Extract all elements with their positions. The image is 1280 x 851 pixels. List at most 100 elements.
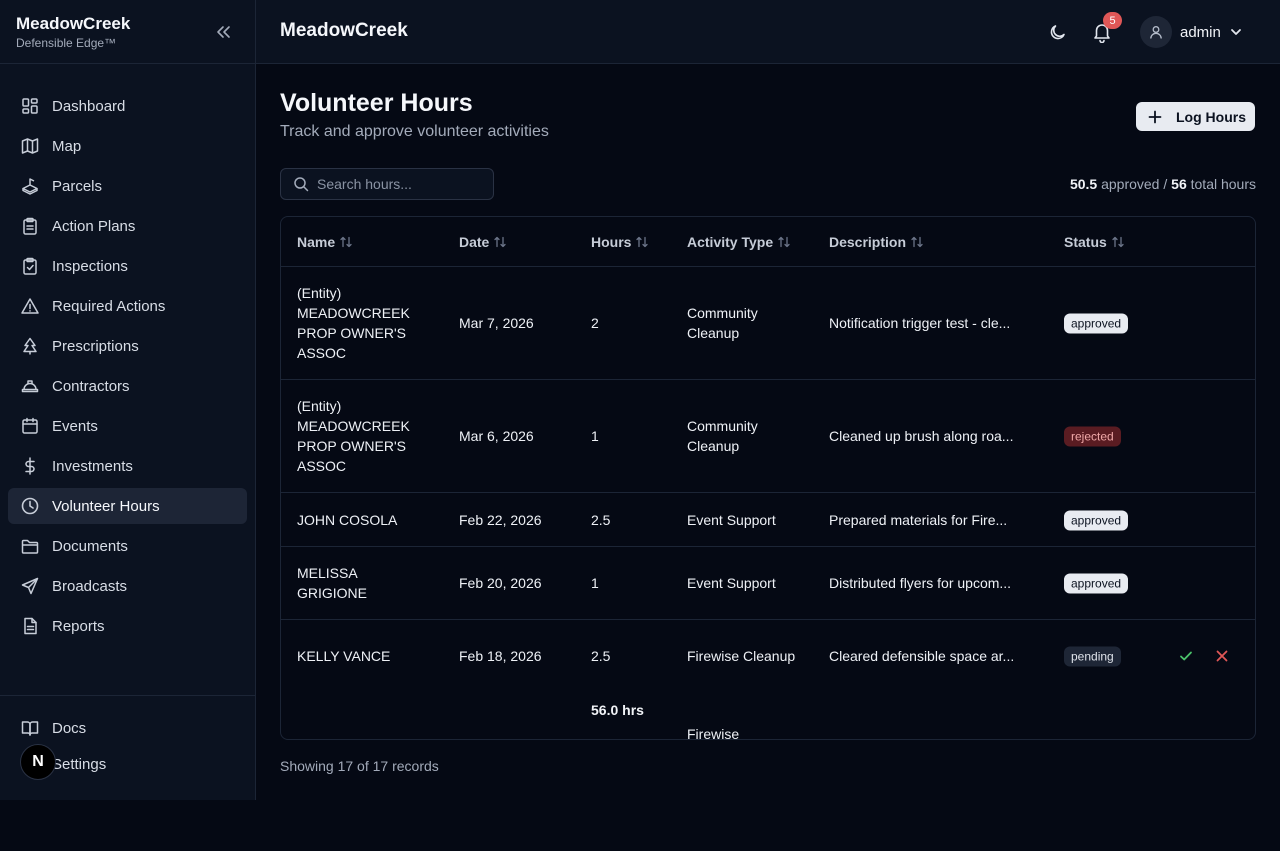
book-icon (20, 718, 40, 738)
sidebar-item-investments[interactable]: Investments (8, 448, 247, 484)
column-label: Name (297, 234, 336, 250)
dev-tools-badge[interactable]: N (20, 744, 56, 780)
parcels-icon (20, 176, 40, 196)
sidebar-item-action-plans[interactable]: Action Plans (8, 208, 247, 244)
brand-tagline: Defensible Edge™ (16, 36, 117, 50)
cell-activity-type: Event Support (687, 575, 776, 591)
approved-hours: 50.5 (1069, 176, 1098, 192)
search-icon (293, 176, 309, 192)
total-hours-value: 56.0 hrs (591, 702, 644, 718)
sidebar-item-label: Map (52, 137, 82, 155)
cut-off-row-text: Firewise (687, 726, 740, 740)
sort-icon (777, 235, 791, 249)
plus-icon (1148, 110, 1162, 124)
column-header-status[interactable]: Status (1064, 234, 1125, 250)
table-total-row: 56.0 hrs Firewise (281, 692, 1255, 739)
sidebar-item-label: Action Plans (52, 217, 136, 235)
sidebar-item-documents[interactable]: Documents (8, 528, 247, 564)
log-hours-button[interactable]: Log Hours (1136, 102, 1255, 131)
check-icon[interactable] (1178, 648, 1194, 664)
sidebar-item-label: Investments (52, 457, 133, 475)
column-label: Hours (591, 234, 632, 250)
clipboard-check-icon (20, 256, 40, 276)
collapse-sidebar-icon[interactable] (212, 22, 234, 42)
sidebar-item-label: Docs (52, 719, 87, 737)
sidebar-item-label: Contractors (52, 377, 130, 395)
cell-date: Mar 6, 2026 (459, 428, 534, 444)
status-badge: rejected (1064, 426, 1121, 447)
sidebar-item-broadcasts[interactable]: Broadcasts (8, 568, 247, 604)
cell-name: JOHN COSOLA (297, 511, 398, 528)
file-text-icon (20, 616, 40, 636)
cell-name: (Entity) MEADOWCREEK PROP OWNER'S ASSOC (297, 285, 410, 361)
sidebar-item-label: Prescriptions (52, 337, 139, 355)
sidebar-item-map[interactable]: Map (8, 128, 247, 164)
table-row[interactable]: (Entity) MEADOWCREEK PROP OWNER'S ASSOC … (281, 380, 1255, 493)
column-label: Date (459, 234, 490, 250)
cell-activity-type: Community Cleanup (687, 305, 758, 341)
folder-icon (20, 536, 40, 556)
column-header-name[interactable]: Name (297, 234, 353, 250)
sidebar-item-events[interactable]: Events (8, 408, 247, 444)
page-bottom (0, 800, 1280, 851)
clock-icon (20, 496, 40, 516)
column-header-activity-type[interactable]: Activity Type (687, 234, 791, 250)
table-header: Name Date Hours Activity Type Descriptio… (281, 217, 1255, 267)
cell-description: Notification trigger test - cle... (829, 315, 1011, 331)
sidebar-item-label: Reports (52, 617, 105, 635)
sidebar-item-volunteer-hours[interactable]: Volunteer Hours (8, 488, 247, 524)
close-icon[interactable] (1214, 648, 1230, 664)
top-bar: MeadowCreek 5 admin (256, 0, 1280, 64)
column-header-description[interactable]: Description (829, 234, 924, 250)
sidebar-item-prescriptions[interactable]: Prescriptions (8, 328, 247, 364)
sidebar-item-label: Required Actions (52, 297, 166, 315)
status-badge: pending (1064, 646, 1121, 667)
sidebar-item-dashboard[interactable]: Dashboard (8, 88, 247, 124)
cell-name: MELISSA GRIGIONE (297, 565, 368, 601)
sidebar-item-parcels[interactable]: Parcels (8, 168, 247, 204)
cell-activity-type: Firewise Cleanup (687, 648, 796, 664)
log-hours-label: Log Hours (1176, 108, 1246, 125)
sort-icon (493, 235, 507, 249)
search-input[interactable] (317, 176, 487, 192)
column-label: Activity Type (687, 234, 774, 250)
cell-date: Mar 7, 2026 (459, 315, 534, 331)
brand-name: MeadowCreek (16, 14, 131, 33)
column-header-hours[interactable]: Hours (591, 234, 649, 250)
column-label: Status (1064, 234, 1107, 250)
column-header-date[interactable]: Date (459, 234, 507, 250)
cell-hours: 2.5 (591, 648, 611, 664)
sidebar-item-label: Volunteer Hours (52, 497, 160, 515)
table-row[interactable]: JOHN COSOLA Feb 22, 2026 2.5 Event Suppo… (281, 493, 1255, 547)
sidebar-item-required-actions[interactable]: Required Actions (8, 288, 247, 324)
hard-hat-icon (20, 376, 40, 396)
cell-activity-type: Community Cleanup (687, 418, 758, 454)
cell-date: Feb 18, 2026 (459, 648, 542, 664)
user-menu-button[interactable]: admin (1140, 16, 1243, 48)
cell-status: pending (1064, 646, 1121, 667)
cell-description: Cleaned up brush along roa... (829, 428, 1014, 444)
sidebar-item-label: Inspections (52, 257, 128, 275)
approved-label: approved / (1101, 176, 1168, 192)
sidebar-item-contractors[interactable]: Contractors (8, 368, 247, 404)
cell-hours: 2 (591, 315, 599, 331)
sidebar-item-inspections[interactable]: Inspections (8, 248, 247, 284)
cell-hours: 1 (591, 428, 599, 444)
total-hours: 56 (1171, 176, 1187, 192)
table-row[interactable]: (Entity) MEADOWCREEK PROP OWNER'S ASSOC … (281, 267, 1255, 380)
notification-count-badge: 5 (1103, 12, 1122, 29)
map-icon (20, 136, 40, 156)
cell-date: Feb 22, 2026 (459, 511, 542, 528)
status-badge: approved (1064, 510, 1129, 530)
dashboard-icon (20, 96, 40, 116)
table-row[interactable]: KELLY VANCE Feb 18, 2026 2.5 Firewise Cl… (281, 620, 1255, 692)
cell-status: approved (1064, 509, 1129, 530)
column-label: Description (829, 234, 907, 250)
sidebar-item-docs[interactable]: Docs (8, 712, 248, 744)
cell-status: approved (1064, 573, 1129, 594)
table-row[interactable]: MELISSA GRIGIONE Feb 20, 2026 1 Event Su… (281, 547, 1255, 620)
brand: MeadowCreek Defensible Edge™ (0, 0, 255, 64)
sidebar-item-reports[interactable]: Reports (8, 608, 247, 644)
sidebar-item-label: Parcels (52, 177, 103, 195)
moon-icon[interactable] (1048, 22, 1068, 42)
